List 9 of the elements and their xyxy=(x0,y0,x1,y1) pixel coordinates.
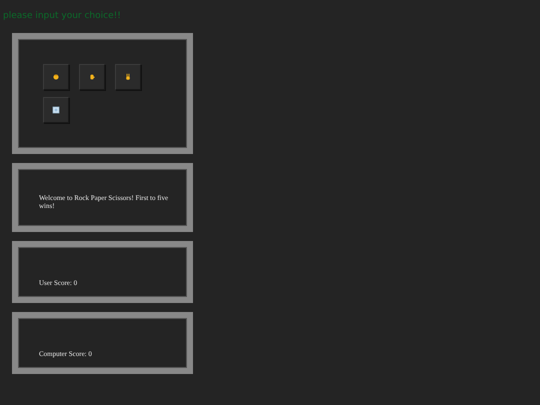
page-heading: please input your choice!! xyxy=(3,10,122,22)
fist-icon xyxy=(52,73,60,81)
peace-icon xyxy=(124,73,132,81)
reset-button[interactable] xyxy=(43,97,69,123)
square-icon xyxy=(52,106,60,114)
rock-button[interactable] xyxy=(43,64,69,90)
paper-button[interactable] xyxy=(79,64,105,90)
hand-icon xyxy=(88,73,96,81)
scissors-button[interactable] xyxy=(115,64,141,90)
